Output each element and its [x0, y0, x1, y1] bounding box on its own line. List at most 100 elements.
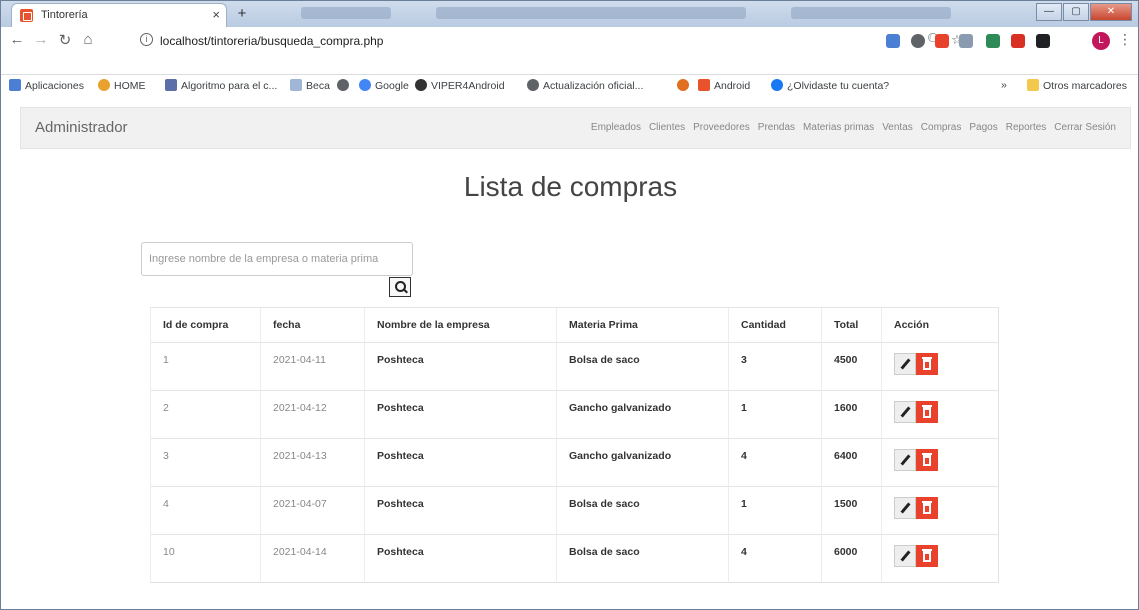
cell-empresa: Poshteca [364, 390, 557, 439]
bookmark-item[interactable]: ¿Olvidaste tu cuenta? [771, 79, 889, 92]
home-icon[interactable]: ⌂ [77, 31, 99, 48]
bookmark-icon [337, 79, 349, 91]
delete-button[interactable] [916, 401, 938, 423]
cell-accion [881, 390, 999, 439]
edit-button[interactable] [894, 449, 916, 471]
edit-button[interactable] [894, 497, 916, 519]
search-button[interactable] [389, 277, 411, 297]
delete-button[interactable] [916, 449, 938, 471]
table-row: 3 2021-04-13 Poshteca Gancho galvanizado… [150, 438, 999, 487]
cell-materia: Gancho galvanizado [556, 438, 729, 487]
delete-button[interactable] [916, 497, 938, 519]
nav-link-clientes[interactable]: Clientes [649, 122, 685, 133]
header-materia: Materia Prima [556, 307, 729, 343]
nav-link-compras[interactable]: Compras [921, 122, 962, 133]
bookmark-item[interactable] [337, 79, 353, 92]
info-icon[interactable]: i [140, 33, 153, 46]
bookmark-label: Android [714, 80, 751, 92]
other-bookmarks[interactable]: Otros marcadores [1027, 79, 1127, 92]
delete-button[interactable] [916, 545, 938, 567]
cell-accion [881, 342, 999, 391]
title-bar: Tintorería × + — ▢ ✕ [1, 1, 1138, 27]
bookmark-item[interactable]: Android [698, 79, 750, 92]
extension-icon[interactable] [886, 34, 900, 48]
app-navbar: Administrador Empleados Clientes Proveed… [20, 107, 1131, 149]
extension-icon[interactable] [986, 34, 1000, 48]
bookmark-icon [415, 79, 427, 91]
page-title: Lista de compras [463, 171, 678, 202]
nav-link-materias-primas[interactable]: Materias primas [803, 122, 874, 133]
extension-icon[interactable] [911, 34, 925, 48]
browser-tab[interactable]: Tintorería × [11, 3, 227, 27]
new-tab-button[interactable]: + [233, 5, 251, 23]
bookmark-label: Beca [306, 80, 330, 92]
cell-total: 1600 [821, 390, 882, 439]
chrome-icon [527, 79, 539, 91]
bookmark-item[interactable]: VIPER4Android [415, 79, 505, 92]
nav-link-pagos[interactable]: Pagos [969, 122, 997, 133]
cell-empresa: Poshteca [364, 486, 557, 535]
nav-link-ventas[interactable]: Ventas [882, 122, 913, 133]
maximize-button[interactable]: ▢ [1063, 3, 1089, 21]
url-text[interactable]: localhost/tintoreria/busqueda_compra.php [160, 34, 383, 48]
menu-icon[interactable]: ⋮ [1118, 31, 1132, 48]
cell-id: 3 [150, 438, 261, 487]
edit-button[interactable] [894, 353, 916, 375]
bookmark-item[interactable]: Beca [290, 79, 330, 92]
facebook-icon [771, 79, 783, 91]
nav-link-proveedores[interactable]: Proveedores [693, 122, 750, 133]
forward-icon[interactable]: → [30, 31, 52, 48]
table-header-row: Id de compra fecha Nombre de la empresa … [150, 307, 999, 343]
bookmark-icon [677, 79, 689, 91]
nav-link-empleados[interactable]: Empleados [591, 122, 641, 133]
bookmark-item[interactable]: Algoritmo para el c... [165, 79, 277, 92]
reload-icon[interactable]: ↻ [54, 31, 76, 49]
bookmark-label: VIPER4Android [431, 80, 505, 92]
extension-icon[interactable] [935, 34, 949, 48]
close-tab-icon[interactable]: × [212, 7, 220, 22]
profile-avatar[interactable]: L [1092, 32, 1110, 50]
address-bar[interactable]: i localhost/tintoreria/busqueda_compra.p… [114, 30, 963, 52]
bookmark-item[interactable]: Google [359, 79, 409, 92]
tab-title: Tintorería [41, 9, 88, 21]
extension-icon[interactable] [1011, 34, 1025, 48]
cell-fecha: 2021-04-13 [260, 438, 365, 487]
minimize-button[interactable]: — [1036, 3, 1062, 21]
cell-cantidad: 3 [728, 342, 822, 391]
blurred-window-title [301, 7, 391, 19]
table-row: 1 2021-04-11 Poshteca Bolsa de saco 3 45… [150, 342, 999, 391]
header-fecha: fecha [260, 307, 365, 343]
folder-icon [1027, 79, 1039, 91]
bookmark-icon [165, 79, 177, 91]
delete-button[interactable] [916, 353, 938, 375]
more-bookmarks-icon[interactable]: » [1001, 79, 1007, 91]
brand[interactable]: Administrador [35, 119, 128, 136]
edit-button[interactable] [894, 545, 916, 567]
bookmark-item[interactable] [677, 79, 693, 92]
cell-total: 6000 [821, 534, 882, 583]
cell-id: 1 [150, 342, 261, 391]
cell-empresa: Poshteca [364, 534, 557, 583]
edit-button[interactable] [894, 401, 916, 423]
cell-total: 1500 [821, 486, 882, 535]
extension-icon[interactable] [959, 34, 973, 48]
cell-id: 10 [150, 534, 261, 583]
bookmark-label: Google [375, 80, 409, 92]
back-icon[interactable]: ← [6, 31, 28, 48]
blurred-window-title [791, 7, 951, 19]
cell-fecha: 2021-04-14 [260, 534, 365, 583]
nav-link-reportes[interactable]: Reportes [1006, 122, 1047, 133]
nav-link-cerrar-sesion[interactable]: Cerrar Sesión [1054, 122, 1116, 133]
window-controls: — ▢ ✕ [1035, 3, 1132, 23]
bookmark-item[interactable]: HOME [98, 79, 146, 92]
bookmark-item[interactable]: Actualización oficial... [527, 79, 643, 92]
home-bookmark-icon [98, 79, 110, 91]
puzzle-icon[interactable] [1036, 34, 1050, 48]
google-icon [359, 79, 371, 91]
close-window-button[interactable]: ✕ [1090, 3, 1132, 21]
nav-link-prendas[interactable]: Prendas [758, 122, 795, 133]
cell-fecha: 2021-04-12 [260, 390, 365, 439]
search-input[interactable]: Ingrese nombre de la empresa o materia p… [141, 242, 413, 276]
cell-id: 4 [150, 486, 261, 535]
bookmark-item[interactable]: Aplicaciones [9, 79, 84, 92]
